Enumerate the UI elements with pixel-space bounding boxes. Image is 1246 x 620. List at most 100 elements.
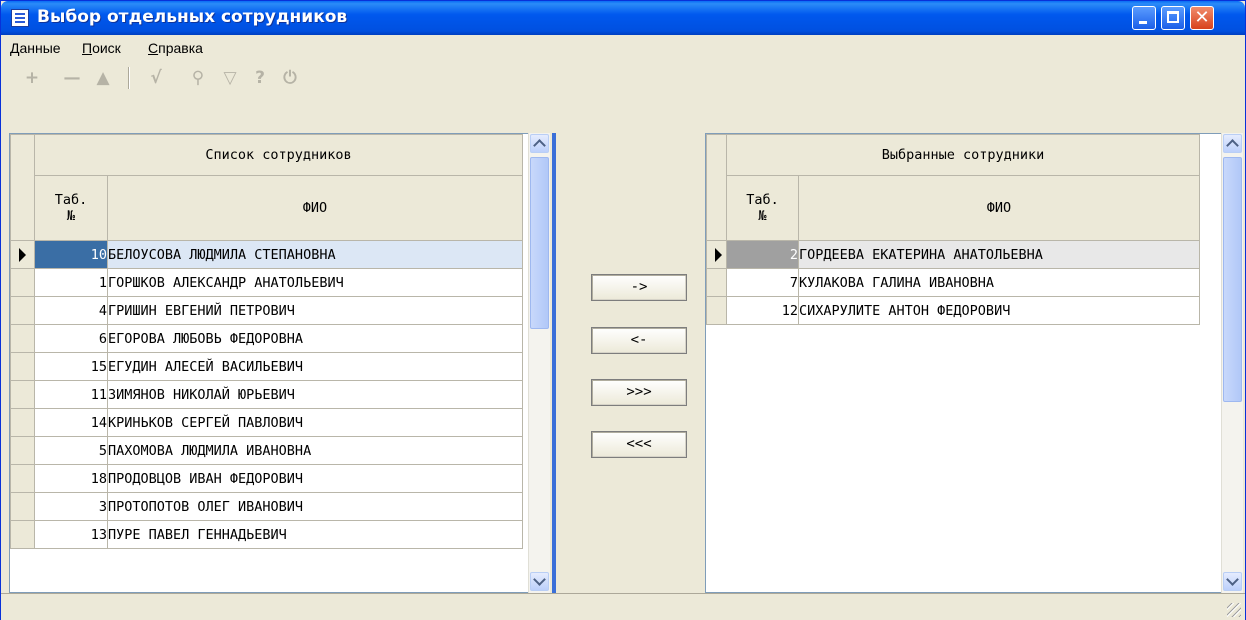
document-icon	[11, 9, 29, 27]
table-row[interactable]: 11 ЗИМЯНОВ НИКОЛАЙ ЮРЬЕВИЧ	[10, 380, 523, 409]
current-row-arrow-icon	[715, 247, 722, 262]
table-row[interactable]: 6 ЕГОРОВА ЛЮБОВЬ ФЕДОРОВНА	[10, 324, 523, 353]
menu-data[interactable]: Данные	[10, 40, 61, 56]
fio-cell[interactable]: ЕГОРОВА ЛЮБОВЬ ФЕДОРОВНА	[107, 324, 523, 353]
row-indicator-header	[10, 134, 35, 241]
row-indicator[interactable]	[10, 520, 35, 549]
employee-list-grid[interactable]: Список сотрудников Таб. № ФИО 10 БЕЛОУСОВА…	[9, 133, 529, 593]
fio-cell[interactable]: КРИНЬКОВ СЕРГЕЙ ПАВЛОВИЧ	[107, 408, 523, 437]
row-indicator[interactable]	[706, 240, 727, 269]
toolbar: + — ▲ √ ⚲ ▽ ? ⏻	[1, 63, 1245, 131]
scroll-down-button[interactable]	[530, 572, 549, 591]
close-icon: ✕	[1194, 7, 1210, 28]
tab-number-cell[interactable]: 3	[34, 492, 108, 521]
column-header-tab-number[interactable]: Таб. №	[34, 175, 108, 241]
find-icon[interactable]: ⚲	[187, 67, 209, 89]
fio-cell[interactable]: ПУРЕ ПАВЕЛ ГЕННАДЬЕВИЧ	[107, 520, 523, 549]
fio-cell[interactable]: ЕГУДИН АЛЕСЕЙ ВАСИЛЬЕВИЧ	[107, 352, 523, 381]
title-bar[interactable]: Выбор отдельных сотрудников ✕	[1, 1, 1245, 35]
column-header-fio[interactable]: ФИО	[798, 175, 1200, 241]
help-icon[interactable]: ?	[249, 67, 271, 89]
move-all-left-button[interactable]: <<<	[591, 431, 687, 458]
table-row[interactable]: 18 ПРОДОВЦОВ ИВАН ФЕДОРОВИЧ	[10, 464, 523, 493]
maximize-icon	[1167, 11, 1179, 23]
move-all-right-button[interactable]: >>>	[591, 379, 687, 406]
tab-number-cell[interactable]: 5	[34, 436, 108, 465]
table-row[interactable]: 10 БЕЛОУСОВА ЛЮДМИЛА СТЕПАНОВНА	[10, 240, 523, 269]
grid-caption: Выбранные сотрудники	[726, 134, 1200, 176]
fio-cell[interactable]: ПАХОМОВА ЛЮДМИЛА ИВАНОВНА	[107, 436, 523, 465]
close-button[interactable]: ✕	[1190, 6, 1214, 30]
table-row[interactable]: 14 КРИНЬКОВ СЕРГЕЙ ПАВЛОВИЧ	[10, 408, 523, 437]
fio-cell[interactable]: ПРОТОПОТОВ ОЛЕГ ИВАНОВИЧ	[107, 492, 523, 521]
fio-cell[interactable]: ГОРДЕЕВА ЕКАТЕРИНА АНАТОЛЬЕВНА	[798, 240, 1200, 269]
tab-number-cell[interactable]: 10	[34, 240, 108, 269]
fio-cell[interactable]: КУЛАКОВА ГАЛИНА ИВАНОВНА	[798, 268, 1200, 297]
tab-number-cell[interactable]: 12	[726, 296, 799, 325]
tab-number-cell[interactable]: 2	[726, 240, 799, 269]
table-row[interactable]: 15 ЕГУДИН АЛЕСЕЙ ВАСИЛЬЕВИЧ	[10, 352, 523, 381]
selected-employees-grid[interactable]: Выбранные сотрудники Таб. № ФИО 2 ГОРДЕЕВА…	[705, 133, 1222, 593]
tab-number-cell[interactable]: 15	[34, 352, 108, 381]
filter-icon[interactable]: ▽	[219, 67, 241, 89]
current-row-arrow-icon	[19, 247, 26, 262]
row-indicator[interactable]	[10, 352, 35, 381]
table-row[interactable]: 12 СИХАРУЛИТЕ АНТОН ФЕДОРОВИЧ	[706, 296, 1200, 325]
tab-number-cell[interactable]: 13	[34, 520, 108, 549]
table-row[interactable]: 5 ПАХОМОВА ЛЮДМИЛА ИВАНОВНА	[10, 436, 523, 465]
row-indicator[interactable]	[706, 268, 727, 297]
minimize-button[interactable]	[1132, 6, 1156, 30]
fio-cell[interactable]: СИХАРУЛИТЕ АНТОН ФЕДОРОВИЧ	[798, 296, 1200, 325]
scroll-thumb[interactable]	[1223, 157, 1242, 402]
fio-cell[interactable]: БЕЛОУСОВА ЛЮДМИЛА СТЕПАНОВНА	[107, 240, 523, 269]
table-row[interactable]: 4 ГРИШИН ЕВГЕНИЙ ПЕТРОВИЧ	[10, 296, 523, 325]
column-header-tab-number[interactable]: Таб. №	[726, 175, 799, 241]
tab-number-cell[interactable]: 4	[34, 296, 108, 325]
scroll-up-button[interactable]	[1223, 134, 1242, 153]
column-header-fio[interactable]: ФИО	[107, 175, 523, 241]
fio-cell[interactable]: ПРОДОВЦОВ ИВАН ФЕДОРОВИЧ	[107, 464, 523, 493]
check-icon[interactable]: √	[145, 67, 167, 89]
table-row[interactable]: 3 ПРОТОПОТОВ ОЛЕГ ИВАНОВИЧ	[10, 492, 523, 521]
right-vertical-scrollbar[interactable]	[1221, 133, 1243, 593]
row-indicator[interactable]	[10, 240, 35, 269]
row-indicator[interactable]	[10, 492, 35, 521]
up-icon[interactable]: ▲	[92, 67, 114, 89]
tab-number-cell[interactable]: 1	[34, 268, 108, 297]
row-indicator[interactable]	[10, 436, 35, 465]
move-left-button[interactable]: <-	[591, 327, 687, 354]
chevron-up-icon	[533, 139, 546, 152]
tab-number-cell[interactable]: 7	[726, 268, 799, 297]
panel-splitter[interactable]	[552, 133, 556, 593]
menu-help[interactable]: Справка	[148, 40, 203, 56]
tab-number-cell[interactable]: 18	[34, 464, 108, 493]
scroll-up-button[interactable]	[530, 134, 549, 153]
scroll-down-button[interactable]	[1223, 572, 1242, 591]
row-indicator[interactable]	[10, 380, 35, 409]
table-row[interactable]: 13 ПУРЕ ПАВЕЛ ГЕННАДЬЕВИЧ	[10, 520, 523, 549]
tab-number-cell[interactable]: 11	[34, 380, 108, 409]
tab-number-cell[interactable]: 14	[34, 408, 108, 437]
remove-icon[interactable]: —	[61, 67, 83, 89]
row-indicator[interactable]	[10, 324, 35, 353]
fio-cell[interactable]: ЗИМЯНОВ НИКОЛАЙ ЮРЬЕВИЧ	[107, 380, 523, 409]
table-row[interactable]: 1 ГОРШКОВ АЛЕКСАНДР АНАТОЛЬЕВИЧ	[10, 268, 523, 297]
fio-cell[interactable]: ГОРШКОВ АЛЕКСАНДР АНАТОЛЬЕВИЧ	[107, 268, 523, 297]
row-indicator[interactable]	[706, 296, 727, 325]
maximize-button[interactable]	[1161, 6, 1185, 30]
table-row[interactable]: 2 ГОРДЕЕВА ЕКАТЕРИНА АНАТОЛЬЕВНА	[706, 240, 1200, 269]
add-icon[interactable]: +	[21, 67, 43, 89]
menu-search[interactable]: Поиск	[82, 40, 121, 56]
exit-icon[interactable]: ⏻	[279, 67, 301, 89]
scroll-thumb[interactable]	[530, 157, 549, 329]
row-indicator[interactable]	[10, 296, 35, 325]
resize-grip-icon[interactable]	[1227, 603, 1241, 617]
fio-cell[interactable]: ГРИШИН ЕВГЕНИЙ ПЕТРОВИЧ	[107, 296, 523, 325]
move-right-button[interactable]: ->	[591, 274, 687, 301]
row-indicator[interactable]	[10, 408, 35, 437]
tab-number-cell[interactable]: 6	[34, 324, 108, 353]
table-row[interactable]: 7 КУЛАКОВА ГАЛИНА ИВАНОВНА	[706, 268, 1200, 297]
row-indicator[interactable]	[10, 268, 35, 297]
left-vertical-scrollbar[interactable]	[528, 133, 550, 593]
row-indicator[interactable]	[10, 464, 35, 493]
